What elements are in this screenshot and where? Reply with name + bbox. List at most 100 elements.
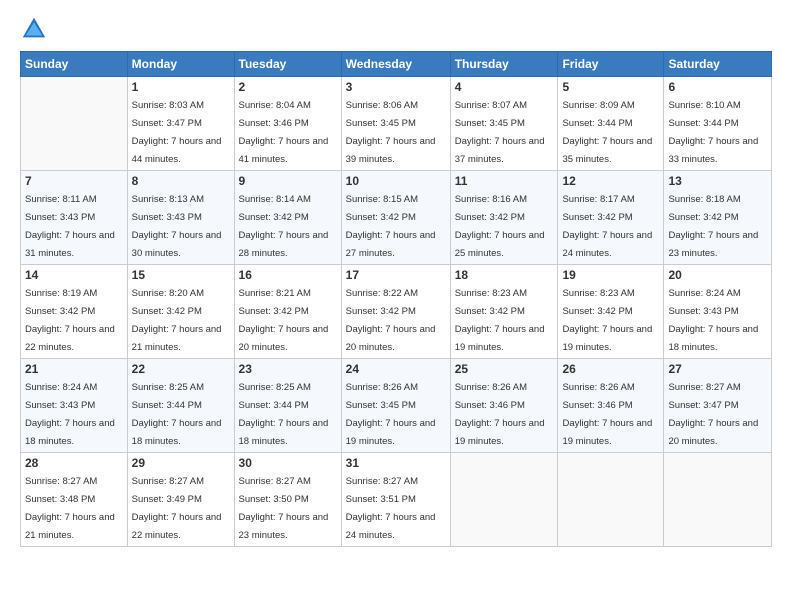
calendar-cell: 21 Sunrise: 8:24 AMSunset: 3:43 PMDayligh…: [21, 359, 128, 453]
calendar-cell: 11 Sunrise: 8:16 AMSunset: 3:42 PMDayligh…: [450, 171, 558, 265]
calendar-cell: 15 Sunrise: 8:20 AMSunset: 3:42 PMDayligh…: [127, 265, 234, 359]
calendar-cell: 17 Sunrise: 8:22 AMSunset: 3:42 PMDayligh…: [341, 265, 450, 359]
day-number: 9: [239, 174, 337, 188]
calendar-cell: 26 Sunrise: 8:26 AMSunset: 3:46 PMDayligh…: [558, 359, 664, 453]
calendar-cell: 31 Sunrise: 8:27 AMSunset: 3:51 PMDayligh…: [341, 453, 450, 547]
weekday-header: Saturday: [664, 52, 772, 77]
calendar-cell: 10Sunrise: 8:15 AMSunset: 3:42 PMDayligh…: [341, 171, 450, 265]
calendar-cell: 22 Sunrise: 8:25 AMSunset: 3:44 PMDayligh…: [127, 359, 234, 453]
calendar-week-row: 14Sunrise: 8:19 AMSunset: 3:42 PMDayligh…: [21, 265, 772, 359]
day-info: Sunrise: 8:15 AMSunset: 3:42 PMDaylight:…: [346, 194, 436, 259]
calendar-cell: [558, 453, 664, 547]
day-number: 6: [668, 80, 767, 94]
calendar-cell: 5 Sunrise: 8:09 AMSunset: 3:44 PMDaylight…: [558, 77, 664, 171]
day-number: 22: [132, 362, 230, 376]
calendar-cell: 27 Sunrise: 8:27 AMSunset: 3:47 PMDayligh…: [664, 359, 772, 453]
day-info: Sunrise: 8:06 AMSunset: 3:45 PMDaylight:…: [346, 100, 436, 165]
day-info: Sunrise: 8:22 AMSunset: 3:42 PMDaylight:…: [346, 288, 436, 353]
day-info: Sunrise: 8:20 AMSunset: 3:42 PMDaylight:…: [132, 288, 222, 353]
day-info: Sunrise: 8:27 AMSunset: 3:47 PMDaylight:…: [668, 382, 758, 447]
day-number: 12: [562, 174, 659, 188]
day-number: 5: [562, 80, 659, 94]
day-number: 15: [132, 268, 230, 282]
calendar-cell: [450, 453, 558, 547]
day-number: 27: [668, 362, 767, 376]
day-number: 29: [132, 456, 230, 470]
day-info: Sunrise: 8:07 AMSunset: 3:45 PMDaylight:…: [455, 100, 545, 165]
day-info: Sunrise: 8:25 AMSunset: 3:44 PMDaylight:…: [132, 382, 222, 447]
weekday-header: Monday: [127, 52, 234, 77]
day-number: 26: [562, 362, 659, 376]
calendar-cell: 1 Sunrise: 8:03 AMSunset: 3:47 PMDaylight…: [127, 77, 234, 171]
weekday-header: Friday: [558, 52, 664, 77]
day-info: Sunrise: 8:21 AMSunset: 3:42 PMDaylight:…: [239, 288, 329, 353]
calendar-cell: 19 Sunrise: 8:23 AMSunset: 3:42 PMDayligh…: [558, 265, 664, 359]
weekday-header: Tuesday: [234, 52, 341, 77]
day-number: 19: [562, 268, 659, 282]
day-info: Sunrise: 8:23 AMSunset: 3:42 PMDaylight:…: [455, 288, 545, 353]
day-info: Sunrise: 8:10 AMSunset: 3:44 PMDaylight:…: [668, 100, 758, 165]
calendar-cell: 13 Sunrise: 8:18 AMSunset: 3:42 PMDayligh…: [664, 171, 772, 265]
weekday-header: Wednesday: [341, 52, 450, 77]
day-number: 13: [668, 174, 767, 188]
day-number: 31: [346, 456, 446, 470]
day-info: Sunrise: 8:16 AMSunset: 3:42 PMDaylight:…: [455, 194, 545, 259]
calendar-cell: 18 Sunrise: 8:23 AMSunset: 3:42 PMDayligh…: [450, 265, 558, 359]
day-info: Sunrise: 8:24 AMSunset: 3:43 PMDaylight:…: [668, 288, 758, 353]
day-number: 2: [239, 80, 337, 94]
day-number: 21: [25, 362, 123, 376]
calendar-cell: 4 Sunrise: 8:07 AMSunset: 3:45 PMDaylight…: [450, 77, 558, 171]
calendar-week-row: 1 Sunrise: 8:03 AMSunset: 3:47 PMDaylight…: [21, 77, 772, 171]
day-number: 8: [132, 174, 230, 188]
day-info: Sunrise: 8:14 AMSunset: 3:42 PMDaylight:…: [239, 194, 329, 259]
day-info: Sunrise: 8:13 AMSunset: 3:43 PMDaylight:…: [132, 194, 222, 259]
calendar-week-row: 21 Sunrise: 8:24 AMSunset: 3:43 PMDayligh…: [21, 359, 772, 453]
day-number: 17: [346, 268, 446, 282]
calendar-week-row: 28 Sunrise: 8:27 AMSunset: 3:48 PMDayligh…: [21, 453, 772, 547]
day-number: 7: [25, 174, 123, 188]
calendar-cell: [21, 77, 128, 171]
calendar-cell: 7 Sunrise: 8:11 AMSunset: 3:43 PMDaylight…: [21, 171, 128, 265]
day-number: 30: [239, 456, 337, 470]
calendar-cell: 29Sunrise: 8:27 AMSunset: 3:49 PMDayligh…: [127, 453, 234, 547]
calendar-cell: [664, 453, 772, 547]
calendar-cell: 12Sunrise: 8:17 AMSunset: 3:42 PMDayligh…: [558, 171, 664, 265]
calendar-cell: 16 Sunrise: 8:21 AMSunset: 3:42 PMDayligh…: [234, 265, 341, 359]
day-info: Sunrise: 8:09 AMSunset: 3:44 PMDaylight:…: [562, 100, 652, 165]
logo-icon: [20, 15, 48, 43]
calendar-cell: 25 Sunrise: 8:26 AMSunset: 3:46 PMDayligh…: [450, 359, 558, 453]
day-info: Sunrise: 8:23 AMSunset: 3:42 PMDaylight:…: [562, 288, 652, 353]
weekday-header: Sunday: [21, 52, 128, 77]
weekday-header-row: SundayMondayTuesdayWednesdayThursdayFrid…: [21, 52, 772, 77]
day-info: Sunrise: 8:27 AMSunset: 3:48 PMDaylight:…: [25, 476, 115, 541]
day-number: 24: [346, 362, 446, 376]
logo: [20, 15, 52, 43]
day-number: 16: [239, 268, 337, 282]
day-number: 28: [25, 456, 123, 470]
day-info: Sunrise: 8:18 AMSunset: 3:42 PMDaylight:…: [668, 194, 758, 259]
calendar-cell: 30Sunrise: 8:27 AMSunset: 3:50 PMDayligh…: [234, 453, 341, 547]
calendar-cell: 20Sunrise: 8:24 AMSunset: 3:43 PMDayligh…: [664, 265, 772, 359]
day-info: Sunrise: 8:04 AMSunset: 3:46 PMDaylight:…: [239, 100, 329, 165]
day-info: Sunrise: 8:26 AMSunset: 3:45 PMDaylight:…: [346, 382, 436, 447]
weekday-header: Thursday: [450, 52, 558, 77]
day-number: 18: [455, 268, 554, 282]
calendar-page: SundayMondayTuesdayWednesdayThursdayFrid…: [0, 0, 792, 612]
calendar-cell: 8 Sunrise: 8:13 AMSunset: 3:43 PMDaylight…: [127, 171, 234, 265]
day-number: 11: [455, 174, 554, 188]
calendar-table: SundayMondayTuesdayWednesdayThursdayFrid…: [20, 51, 772, 547]
day-info: Sunrise: 8:26 AMSunset: 3:46 PMDaylight:…: [455, 382, 545, 447]
day-number: 1: [132, 80, 230, 94]
day-info: Sunrise: 8:27 AMSunset: 3:51 PMDaylight:…: [346, 476, 436, 541]
day-number: 3: [346, 80, 446, 94]
day-info: Sunrise: 8:26 AMSunset: 3:46 PMDaylight:…: [562, 382, 652, 447]
day-number: 14: [25, 268, 123, 282]
calendar-week-row: 7 Sunrise: 8:11 AMSunset: 3:43 PMDaylight…: [21, 171, 772, 265]
day-number: 25: [455, 362, 554, 376]
day-info: Sunrise: 8:24 AMSunset: 3:43 PMDaylight:…: [25, 382, 115, 447]
day-info: Sunrise: 8:03 AMSunset: 3:47 PMDaylight:…: [132, 100, 222, 165]
calendar-cell: 3 Sunrise: 8:06 AMSunset: 3:45 PMDaylight…: [341, 77, 450, 171]
calendar-cell: 28 Sunrise: 8:27 AMSunset: 3:48 PMDayligh…: [21, 453, 128, 547]
day-number: 4: [455, 80, 554, 94]
day-info: Sunrise: 8:11 AMSunset: 3:43 PMDaylight:…: [25, 194, 115, 259]
